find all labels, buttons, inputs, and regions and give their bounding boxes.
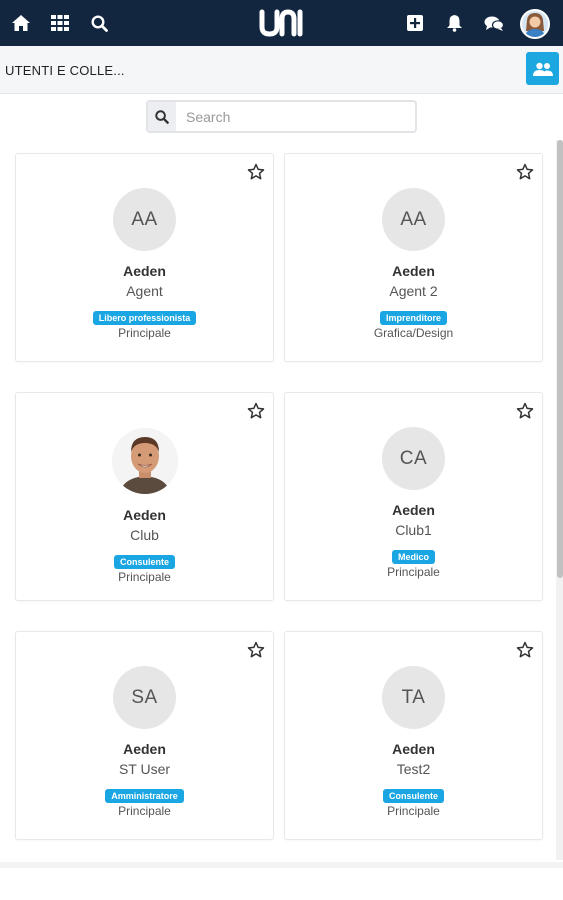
- user-card[interactable]: AA Aeden Agent 2 Imprenditore Grafica/De…: [284, 153, 543, 362]
- app-logo[interactable]: [259, 9, 303, 37]
- user-card[interactable]: CA Aeden Club1 Medico Principale: [284, 392, 543, 601]
- section-header: UTENTI E COLLE...: [0, 46, 563, 94]
- avatar-initials: AA: [113, 188, 176, 251]
- user-name: Aeden: [123, 741, 166, 757]
- favorite-star-icon[interactable]: [247, 402, 265, 420]
- user-name: Aeden: [123, 263, 166, 279]
- user-subtitle: Agent 2: [389, 283, 438, 299]
- scrollbar-thumb[interactable]: [557, 140, 563, 578]
- favorite-star-icon[interactable]: [516, 163, 534, 181]
- user-name: Aeden: [123, 507, 166, 523]
- user-groups-button[interactable]: [526, 52, 559, 85]
- page-title: UTENTI E COLLE...: [5, 63, 125, 78]
- user-card[interactable]: SA Aeden ST User Amministratore Principa…: [15, 631, 274, 840]
- user-name: Aeden: [392, 502, 435, 518]
- user-card[interactable]: Aeden Club Consulente Principale: [15, 392, 274, 601]
- user-card[interactable]: AA Aeden Agent Libero professionista Pri…: [15, 153, 274, 362]
- add-square-icon[interactable]: [404, 12, 426, 34]
- user-subtitle: ST User: [118, 761, 171, 777]
- user-subtitle: Club: [130, 527, 159, 543]
- search-icon[interactable]: [88, 12, 110, 34]
- favorite-star-icon[interactable]: [247, 641, 265, 659]
- user-subtitle: Test2: [396, 761, 431, 777]
- chat-icon[interactable]: [483, 12, 505, 34]
- avatar-initials: AA: [382, 188, 445, 251]
- search-input[interactable]: [176, 102, 415, 131]
- role-badge: Consulente: [382, 789, 444, 803]
- user-card[interactable]: TA Aeden Test2 Consulente Principale: [284, 631, 543, 840]
- avatar-initials: CA: [382, 427, 445, 490]
- department-label: Principale: [118, 326, 171, 340]
- role-badge: Imprenditore: [379, 311, 447, 325]
- role-badge: Medico: [391, 550, 435, 564]
- search-bar: [146, 100, 417, 133]
- department-label: Principale: [387, 565, 440, 579]
- user-name: Aeden: [392, 741, 435, 757]
- role-badge: Amministratore: [105, 789, 184, 803]
- favorite-star-icon[interactable]: [516, 402, 534, 420]
- user-subtitle: Club1: [395, 522, 432, 538]
- department-label: Grafica/Design: [373, 326, 454, 340]
- role-badge: Libero professionista: [92, 311, 197, 325]
- search-icon: [148, 102, 176, 131]
- top-navbar: [0, 0, 563, 46]
- avatar-initials: SA: [113, 666, 176, 729]
- footer-divider: [0, 862, 563, 868]
- user-avatar[interactable]: [520, 9, 550, 39]
- users-icon: [532, 62, 553, 76]
- home-icon[interactable]: [10, 12, 32, 34]
- favorite-star-icon[interactable]: [516, 641, 534, 659]
- avatar-photo: [112, 428, 178, 494]
- department-label: Principale: [118, 570, 171, 584]
- user-name: Aeden: [392, 263, 435, 279]
- favorite-star-icon[interactable]: [247, 163, 265, 181]
- apps-grid-icon[interactable]: [49, 12, 71, 34]
- bell-icon[interactable]: [443, 12, 465, 34]
- department-label: Principale: [118, 804, 171, 818]
- user-subtitle: Agent: [126, 283, 163, 299]
- department-label: Principale: [387, 804, 440, 818]
- avatar-initials: TA: [382, 666, 445, 729]
- role-badge: Consulente: [113, 555, 175, 569]
